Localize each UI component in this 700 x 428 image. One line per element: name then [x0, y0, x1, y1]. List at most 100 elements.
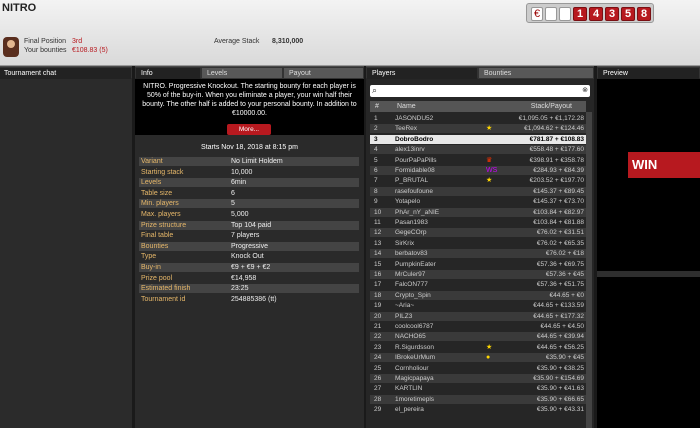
- info-key: Buy-in: [141, 264, 161, 271]
- player-row[interactable]: 7 P_BRUTAL ★ €203.52 + €197.70: [370, 176, 586, 185]
- col-name[interactable]: Name: [397, 103, 416, 110]
- player-stack-payout: €44.65 + €133.59: [533, 302, 584, 310]
- info-key: Prize pool: [141, 274, 173, 282]
- counter-digit: 3: [605, 7, 619, 21]
- tab-info[interactable]: Info: [135, 67, 201, 79]
- player-row[interactable]: 11 Pasan1983 €103.84 + €81.88: [370, 218, 586, 227]
- info-row: Prize structure Top 104 paid: [139, 220, 359, 230]
- info-row: Type Knock Out: [139, 252, 359, 261]
- player-row[interactable]: 9 Yotapelo €145.37 + €73.70: [370, 197, 586, 206]
- player-stack-payout: €398.91 + €358.78: [529, 156, 584, 164]
- info-key: Final table: [141, 232, 174, 240]
- player-row[interactable]: 23 R.Sigurdsson ★ €44.65 + €56.25: [370, 343, 586, 352]
- player-row[interactable]: 14 berbatov83 €76.02 + €18: [370, 249, 586, 259]
- player-row[interactable]: 6 Formidable08 WS €284.93 + €84.39: [370, 166, 586, 175]
- player-stack-payout: €145.37 + €73.70: [533, 198, 584, 206]
- player-row[interactable]: 20 PILZ3 €44.65 + €177.32: [370, 311, 586, 321]
- player-rank: 2: [374, 125, 378, 133]
- player-stack-payout: €35.90 + €43.31: [536, 406, 584, 414]
- players-scrollbar[interactable]: [586, 112, 592, 428]
- player-rank: 15: [374, 260, 382, 268]
- app-title: NITRO: [2, 2, 37, 14]
- chat-panel: Tournament chat: [0, 66, 132, 428]
- player-name: 1moretimepls: [395, 395, 435, 403]
- player-row[interactable]: 26 Magicpapaya €35.90 + €154.69: [370, 374, 586, 383]
- player-badge-icon: ★: [486, 177, 493, 185]
- tab-payout[interactable]: Payout: [283, 67, 364, 79]
- player-row[interactable]: 2 TeeRex ★ €1,094.62 + €124.46: [370, 124, 586, 134]
- player-row[interactable]: 22 NACHO65 €44.65 + €39.94: [370, 332, 586, 342]
- player-name: PhAr_nY_aNIE: [395, 208, 440, 216]
- player-name: MrCuler97: [395, 271, 426, 278]
- player-name: Yotapelo: [395, 198, 421, 206]
- col-stack[interactable]: Stack/Payout: [531, 103, 572, 110]
- player-row[interactable]: 13 SirKrix €76.02 + €65.35: [370, 239, 586, 248]
- info-value: Top 104 paid: [231, 221, 272, 229]
- start-time: Starts Nov 18, 2018 at 8:15 pm: [201, 144, 298, 151]
- player-row[interactable]: 25 Cornholiour €35.90 + €38.25: [370, 364, 586, 373]
- player-badge-icon: ♛: [486, 156, 493, 164]
- player-rank: 25: [374, 364, 382, 372]
- player-rank: 22: [374, 333, 382, 341]
- player-row[interactable]: 15 PumpkinEater €57.36 + €69.75: [370, 260, 586, 269]
- player-row[interactable]: 19 ~Aria~ €44.65 + €133.59: [370, 301, 586, 310]
- bounties-value: €108.83 (5): [72, 47, 108, 54]
- tab-bounties[interactable]: Bounties: [478, 67, 594, 79]
- player-rank: 3: [374, 135, 378, 143]
- player-row[interactable]: 12 GegeCOrp €76.02 + €31.51: [370, 228, 586, 238]
- info-row: Table size 6: [139, 189, 359, 198]
- player-row[interactable]: 1 JASONDU52 €1,095.05 + €1,172.28: [370, 114, 586, 123]
- clear-search-icon[interactable]: ⊗: [582, 86, 588, 94]
- tab-preview[interactable]: Preview: [597, 67, 700, 79]
- player-rank: 28: [374, 395, 382, 403]
- player-row[interactable]: 17 FalcON777 €57.36 + €51.75: [370, 280, 586, 289]
- counter-digit: 8: [637, 7, 651, 21]
- player-rank: 14: [374, 250, 382, 258]
- player-name: KARTLIN: [395, 385, 423, 393]
- info-value: No Limit Holdem: [231, 158, 283, 165]
- player-name: Cornholiour: [395, 364, 429, 372]
- player-stack-payout: €57.36 + €45: [545, 271, 584, 278]
- tab-levels[interactable]: Levels: [201, 67, 283, 79]
- tab-players[interactable]: Players: [366, 67, 478, 79]
- player-name: rasefoufoune: [395, 187, 433, 195]
- player-name: P_BRUTAL: [395, 177, 429, 185]
- player-row[interactable]: 10 PhAr_nY_aNIE €103.84 + €82.97: [370, 207, 586, 217]
- player-row[interactable]: 27 KARTLIN €35.90 + €41.63: [370, 384, 586, 393]
- player-row[interactable]: 16 MrCuler97 €57.36 + €45: [370, 270, 586, 279]
- more-button[interactable]: More...: [227, 124, 271, 135]
- col-rank[interactable]: #: [375, 103, 379, 110]
- player-row[interactable]: 5 PourPaPaPills ♛ €398.91 + €358.78: [370, 156, 586, 165]
- counter-digit-empty: [559, 7, 571, 21]
- info-value: 6: [231, 189, 235, 197]
- player-stack-payout: €103.84 + €81.88: [533, 219, 584, 226]
- player-row[interactable]: 21 coolcool6787 €44.65 + €4.50: [370, 322, 586, 331]
- player-row[interactable]: 3 DobroBodro €781.87 + €108.83: [370, 134, 586, 144]
- avg-stack-value: 8,310,000: [272, 38, 304, 45]
- player-stack-payout: €76.02 + €18: [545, 250, 584, 258]
- player-row[interactable]: 28 1moretimepls €35.90 + €66.65: [370, 394, 586, 404]
- header: NITRO € 1 4 3 5 8 Final Position 3rd You…: [0, 0, 700, 66]
- player-row[interactable]: 8 rasefoufoune €145.37 + €89.45: [370, 186, 586, 196]
- info-key: Levels: [141, 179, 162, 187]
- avg-stack-label: Average Stack: [214, 38, 260, 45]
- player-badge-icon: ★: [486, 125, 493, 133]
- info-panel: Info Levels Payout NITRO. Progressive Kn…: [135, 66, 364, 428]
- player-row[interactable]: 4 alex13inrv €558.48 + €177.60: [370, 145, 586, 155]
- player-stack-payout: €57.36 + €51.75: [536, 281, 584, 289]
- players-panel: Players Bounties ⌕ ⊗ # Name Stack/Payout…: [366, 66, 594, 428]
- player-row[interactable]: 18 Crypto_Spin €44.65 + €0: [370, 290, 586, 300]
- info-row: Bounties Progressive: [139, 241, 359, 251]
- player-rank: 23: [374, 343, 382, 351]
- player-row[interactable]: 29 el_pereira €35.90 + €43.31: [370, 405, 586, 414]
- player-search-input[interactable]: ⌕ ⊗: [370, 85, 590, 97]
- tab-tournament-chat[interactable]: Tournament chat: [0, 67, 132, 79]
- info-value: 23:25: [231, 285, 249, 293]
- player-stack-payout: €76.02 + €65.35: [536, 239, 584, 247]
- player-rank: 29: [374, 406, 382, 414]
- description-text: NITRO. Progressive Knockout. The startin…: [142, 83, 357, 117]
- player-row[interactable]: 24 IBrokeUrMum ● €35.90 + €45: [370, 353, 586, 363]
- player-stack-payout: €35.90 + €45: [545, 354, 584, 362]
- info-key: Starting stack: [141, 168, 184, 176]
- player-badge-icon: ●: [486, 354, 491, 362]
